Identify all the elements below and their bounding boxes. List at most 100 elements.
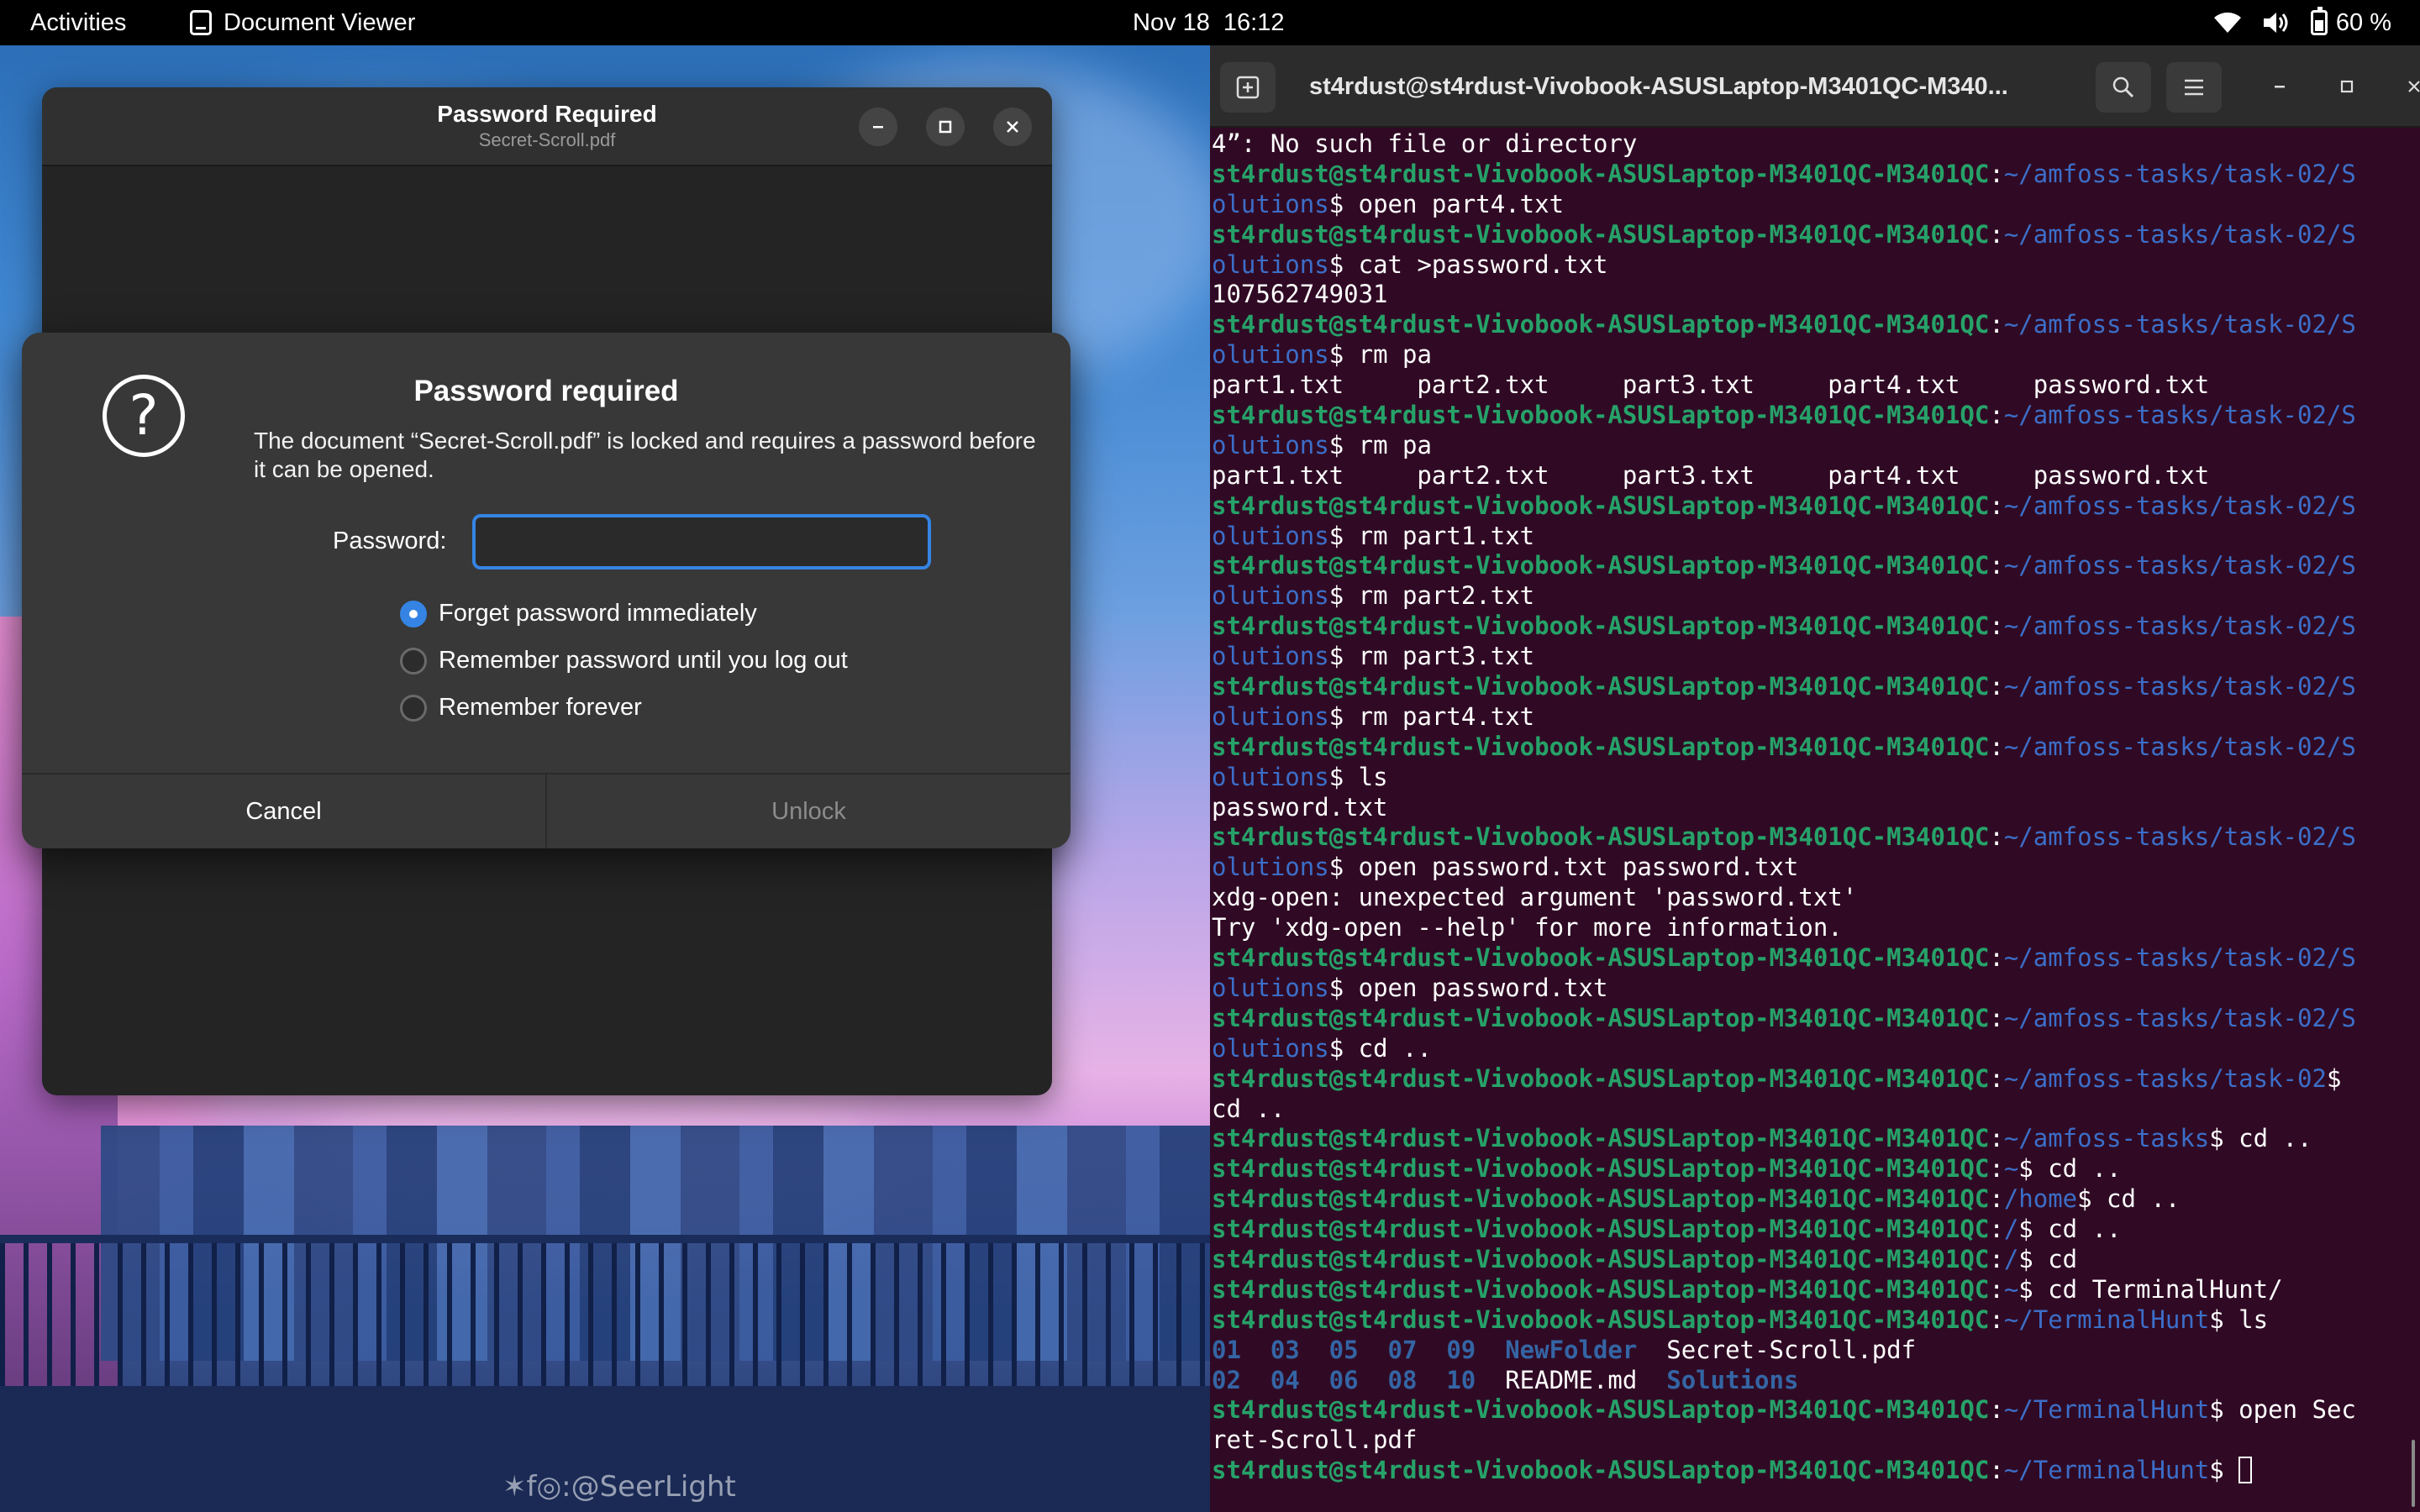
- terminal-line: password.txt: [1212, 793, 2405, 823]
- terminal-text: :: [1989, 401, 2004, 430]
- terminal-text: 01 03 05 07 09: [1212, 1335, 1506, 1364]
- terminal-text: ~/TerminalHunt: [2003, 1395, 2210, 1425]
- close-icon: [2408, 81, 2420, 92]
- system-status-menu[interactable]: 60 %: [2213, 0, 2391, 45]
- dialog-title: Password required: [413, 375, 679, 407]
- terminal-line: cd ..: [1212, 1095, 2405, 1125]
- maximize-button[interactable]: [926, 108, 965, 146]
- terminal-window: st4rdust@st4rdust-Vivobook-ASUSLaptop-M3…: [1210, 45, 2420, 1512]
- terminal-text: :: [1989, 822, 2004, 852]
- radio-button[interactable]: [400, 647, 427, 675]
- terminal-text: ~/amfoss-tasks/task-02/S: [2003, 551, 2356, 580]
- terminal-line: st4rdust@st4rdust-Vivobook-ASUSLaptop-M3…: [1212, 1305, 2405, 1336]
- terminal-text: st4rdust@st4rdust-Vivobook-ASUSLaptop-M3…: [1212, 1215, 1990, 1244]
- terminal-text: $ cd ..: [1328, 1033, 1432, 1063]
- hamburger-menu-icon: [2185, 79, 2203, 96]
- terminal-text: :: [1989, 1124, 2004, 1153]
- radio-button[interactable]: [400, 694, 427, 722]
- new-tab-button[interactable]: [1220, 62, 1276, 113]
- unlock-button[interactable]: Unlock: [547, 774, 1071, 848]
- terminal-text: $: [2209, 1456, 2239, 1485]
- terminal-text: :: [1989, 551, 2004, 580]
- cancel-button[interactable]: Cancel: [22, 774, 547, 848]
- terminal-line: st4rdust@st4rdust-Vivobook-ASUSLaptop-M3…: [1212, 1456, 2405, 1486]
- terminal-text: :: [1989, 1305, 2004, 1334]
- volume-icon: [2263, 13, 2288, 33]
- minimize-button[interactable]: [859, 108, 897, 146]
- terminal-text: :: [1989, 1456, 2004, 1485]
- battery-percent: 60 %: [2335, 9, 2391, 36]
- terminal-text: olutions: [1212, 1033, 1329, 1063]
- terminal-text: $ cd ..: [2018, 1215, 2122, 1244]
- terminal-text: st4rdust@st4rdust-Vivobook-ASUSLaptop-M3…: [1212, 491, 1990, 520]
- app-menu[interactable]: Document Viewer: [190, 0, 415, 45]
- option-forget-immediately[interactable]: Forget password immediately: [400, 600, 757, 627]
- maximize-button[interactable]: [2328, 67, 2366, 106]
- terminal-text: $ cd TerminalHunt/: [2018, 1274, 2283, 1304]
- terminal-line: st4rdust@st4rdust-Vivobook-ASUSLaptop-M3…: [1212, 612, 2405, 642]
- option-remember-until-logout[interactable]: Remember password until you log out: [400, 647, 848, 675]
- terminal-text: olutions: [1212, 521, 1329, 550]
- terminal-text: ~/amfoss-tasks/task-02/S: [2003, 1003, 2356, 1032]
- activities-button[interactable]: Activities: [30, 0, 126, 45]
- terminal-text: 4”: No such file or directory: [1212, 129, 1638, 158]
- terminal-text: ~/amfoss-tasks/task-02/S: [2003, 672, 2356, 701]
- close-button[interactable]: [2395, 67, 2420, 106]
- terminal-text: ~/amfoss-tasks/task-02/S: [2003, 159, 2356, 188]
- close-button[interactable]: [993, 108, 1032, 146]
- minimize-icon: [2275, 86, 2285, 88]
- terminal-line: st4rdust@st4rdust-Vivobook-ASUSLaptop-M3…: [1212, 672, 2405, 702]
- terminal-text: part1.txt part2.txt part3.txt part4.txt …: [1212, 460, 2210, 490]
- terminal-line: 4”: No such file or directory: [1212, 129, 2405, 160]
- clock[interactable]: Nov 18 16:12: [1133, 0, 1284, 45]
- terminal-text: ~/amfoss-tasks/task-02: [2003, 1063, 2327, 1093]
- password-input[interactable]: [472, 514, 931, 570]
- terminal-text: $ rm part2.txt: [1328, 581, 1535, 611]
- terminal-text: :: [1989, 943, 2004, 973]
- terminal-text: $ open Sec: [2209, 1395, 2356, 1425]
- terminal-text: :: [1989, 612, 2004, 641]
- terminal-line: st4rdust@st4rdust-Vivobook-ASUSLaptop-M3…: [1212, 1064, 2405, 1095]
- top-bar: Activities Document Viewer Nov 18 16:12 6…: [0, 0, 2420, 45]
- terminal-line: 02 04 06 08 10 README.md Solutions: [1212, 1366, 2405, 1396]
- search-button[interactable]: [2096, 62, 2151, 113]
- terminal-text: $ rm part4.txt: [1328, 701, 1535, 731]
- wifi-icon: [2213, 12, 2241, 34]
- terminal-text: st4rdust@st4rdust-Vivobook-ASUSLaptop-M3…: [1212, 401, 1990, 430]
- terminal-line: olutions$ rm pa: [1212, 340, 2405, 370]
- terminal-line: st4rdust@st4rdust-Vivobook-ASUSLaptop-M3…: [1212, 310, 2405, 340]
- terminal-text: st4rdust@st4rdust-Vivobook-ASUSLaptop-M3…: [1212, 612, 1990, 641]
- terminal-text: /: [2003, 1244, 2019, 1273]
- maximize-icon: [2340, 80, 2354, 93]
- terminal-output[interactable]: 4”: No such file or directory st4rdust@st…: [1212, 128, 2405, 1512]
- terminal-line: st4rdust@st4rdust-Vivobook-ASUSLaptop-M3…: [1212, 491, 2405, 522]
- terminal-line: st4rdust@st4rdust-Vivobook-ASUSLaptop-M3…: [1212, 1245, 2405, 1275]
- maximize-icon: [939, 120, 952, 134]
- terminal-text: $ cd ..: [2209, 1124, 2312, 1153]
- terminal-scrollbar[interactable]: [2412, 1440, 2415, 1507]
- terminal-text: /: [2003, 1215, 2019, 1244]
- terminal-line: olutions$ open password.txt password.txt: [1212, 853, 2405, 883]
- terminal-text: :: [1989, 1244, 2004, 1273]
- terminal-text: st4rdust@st4rdust-Vivobook-ASUSLaptop-M3…: [1212, 732, 1990, 761]
- terminal-text: :: [1989, 491, 2004, 520]
- terminal-text: olutions: [1212, 973, 1329, 1002]
- terminal-line: olutions$ rm part4.txt: [1212, 702, 2405, 732]
- terminal-line: st4rdust@st4rdust-Vivobook-ASUSLaptop-M3…: [1212, 1154, 2405, 1184]
- terminal-text: ~/TerminalHunt: [2003, 1456, 2210, 1485]
- terminal-line: st4rdust@st4rdust-Vivobook-ASUSLaptop-M3…: [1212, 1184, 2405, 1215]
- terminal-text: $ cat >password.txt: [1328, 249, 1608, 279]
- terminal-text: olutions: [1212, 642, 1329, 671]
- terminal-text: :: [1989, 1274, 2004, 1304]
- radio-button-checked[interactable]: [400, 600, 427, 627]
- terminal-text: :: [1989, 1184, 2004, 1214]
- terminal-line: olutions$ rm part1.txt: [1212, 522, 2405, 552]
- battery-icon: [2310, 7, 2328, 35]
- terminal-text: st4rdust@st4rdust-Vivobook-ASUSLaptop-M3…: [1212, 1003, 1990, 1032]
- option-remember-forever[interactable]: Remember forever: [400, 694, 642, 722]
- main-menu-button[interactable]: [2166, 62, 2222, 113]
- terminal-text: README.md: [1505, 1365, 1667, 1394]
- terminal-text: Secret-Scroll.pdf: [1637, 1335, 1917, 1364]
- minimize-button[interactable]: [2260, 67, 2299, 106]
- terminal-text: xdg-open: unexpected argument 'password.…: [1212, 883, 1858, 912]
